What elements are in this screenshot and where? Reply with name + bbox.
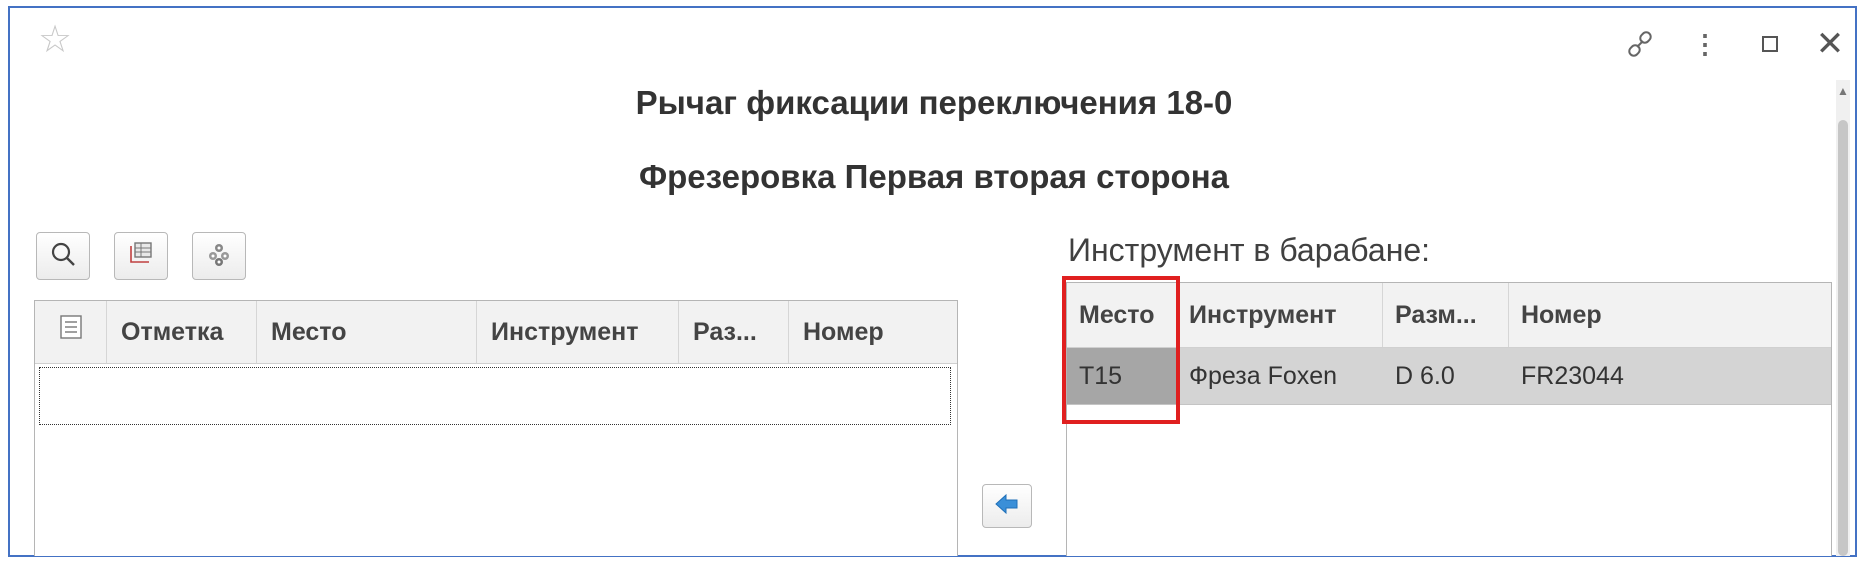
scroll-up-icon[interactable]: ▲: [1836, 80, 1850, 102]
link-icon[interactable]: [1620, 28, 1660, 60]
star-icon[interactable]: ☆: [38, 20, 72, 60]
search-icon: [49, 240, 77, 273]
arrow-left-icon: [994, 493, 1020, 520]
column-header-number[interactable]: Номер: [1509, 283, 1831, 347]
search-button[interactable]: [36, 232, 90, 280]
column-header-size[interactable]: Раз...: [679, 301, 789, 363]
transfer-left-button[interactable]: [982, 484, 1032, 528]
output-list-icon: [127, 240, 155, 273]
scrollbar-thumb[interactable]: [1838, 120, 1848, 556]
column-header-tool[interactable]: Инструмент: [477, 301, 679, 363]
table-row[interactable]: T15 Фреза Foxen D 6.0 FR23044: [1067, 348, 1831, 405]
list-settings-icon: [59, 301, 83, 363]
cell-tool[interactable]: Фреза Foxen: [1177, 348, 1383, 404]
cell-size[interactable]: D 6.0: [1383, 348, 1509, 404]
column-header-size[interactable]: Разм...: [1383, 283, 1509, 347]
table-header: Отметка Место Инструмент Раз... Номер: [35, 301, 957, 364]
highlight-box: [1062, 276, 1180, 424]
column-header-number[interactable]: Номер: [789, 301, 957, 363]
settings-group-button[interactable]: [192, 232, 246, 280]
table-row[interactable]: [39, 367, 951, 425]
table-header: Место Инструмент Разм... Номер: [1067, 283, 1831, 348]
drum-tools-table[interactable]: Место Инструмент Разм... Номер T15 Фреза…: [1066, 282, 1832, 556]
drum-tools-caption: Инструмент в барабане:: [1068, 232, 1431, 268]
page-subtitle: Фрезеровка Первая вторая сторона: [638, 158, 1229, 195]
cell-number[interactable]: FR23044: [1509, 348, 1831, 404]
more-vertical-icon[interactable]: ⋮: [1685, 28, 1725, 60]
output-list-button[interactable]: [114, 232, 168, 280]
maximize-icon[interactable]: [1750, 28, 1790, 60]
column-settings-button[interactable]: [35, 301, 107, 363]
page-title: Рычаг фиксации переключения 18-0: [635, 84, 1233, 121]
column-header-place[interactable]: Место: [257, 301, 477, 363]
selected-tools-table[interactable]: Отметка Место Инструмент Раз... Номер: [34, 300, 958, 556]
settings-group-icon: [205, 240, 233, 273]
close-icon[interactable]: ✕: [1810, 27, 1850, 61]
column-header-mark[interactable]: Отметка: [107, 301, 257, 363]
column-header-tool[interactable]: Инструмент: [1177, 283, 1383, 347]
